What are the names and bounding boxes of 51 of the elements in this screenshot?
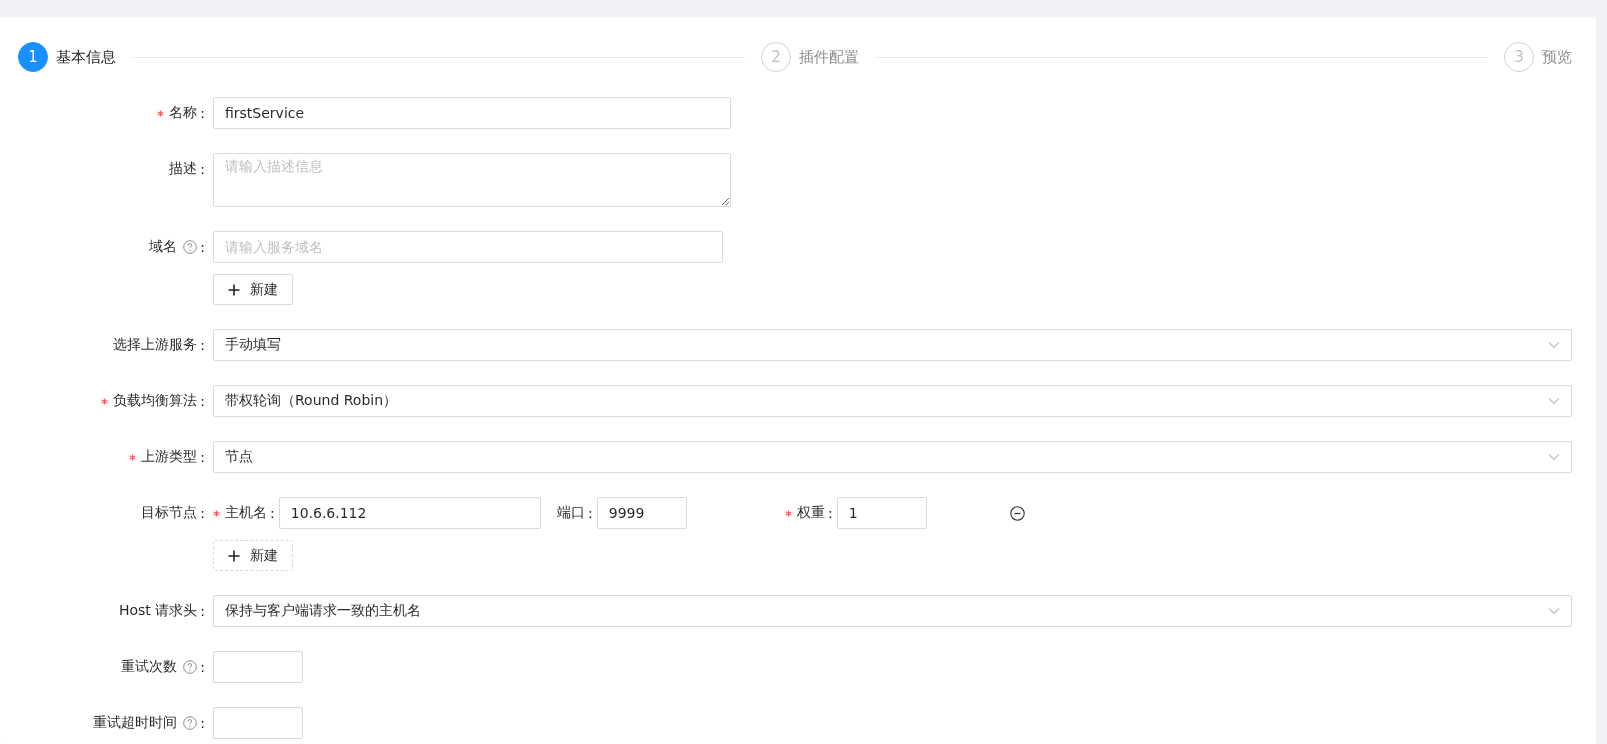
field-label: 负载均衡算法: [113, 392, 198, 410]
add-button[interactable]: 新建: [213, 274, 293, 305]
label-colon: :: [200, 603, 205, 619]
chevron-down-icon: [1548, 607, 1560, 615]
label-colon: :: [200, 161, 205, 177]
text-input[interactable]: 10.6.6.112: [278, 497, 541, 529]
add-button[interactable]: 新建: [213, 540, 293, 571]
field-label: 权重: [797, 504, 825, 522]
label-colon: :: [200, 715, 205, 731]
label-colon: :: [200, 105, 205, 121]
chevron-down-icon: [1548, 341, 1560, 349]
chevron-down-icon: [1548, 453, 1560, 461]
text-input[interactable]: 请输入服务域名: [213, 231, 723, 263]
field-label: 名称: [169, 104, 198, 122]
chevron-down-icon: [1548, 397, 1560, 405]
step-title[interactable]: 基本信息: [56, 47, 116, 67]
label-colon: :: [270, 505, 275, 521]
text-input[interactable]: [213, 707, 303, 739]
select-field[interactable]: 节点: [213, 441, 1572, 473]
field-label: 选择上游服务: [113, 336, 198, 354]
label-colon: :: [200, 337, 205, 353]
text-input[interactable]: 1: [836, 497, 927, 529]
text-input[interactable]: 9999: [596, 497, 687, 529]
label-colon: :: [200, 239, 205, 255]
plus-icon: [228, 549, 240, 562]
textarea-field[interactable]: 请输入描述信息: [213, 153, 731, 207]
field-label: 目标节点: [141, 504, 198, 522]
label-colon: :: [200, 449, 205, 465]
select-field[interactable]: 手动填写: [213, 329, 1572, 361]
field-label: 重试超时时间: [93, 714, 178, 732]
field-label: 重试次数: [121, 658, 178, 676]
field-label: Host 请求头: [118, 602, 198, 620]
field-label: 上游类型: [141, 448, 198, 466]
step-title[interactable]: 插件配置: [799, 47, 859, 67]
label-colon: :: [200, 393, 205, 409]
label-colon: :: [588, 505, 593, 521]
field-label: 主机名: [225, 504, 267, 522]
text-input[interactable]: [213, 651, 303, 683]
label-colon: :: [828, 505, 833, 521]
field-label: 域名: [149, 238, 178, 256]
text-input[interactable]: firstService: [213, 97, 731, 129]
step-title[interactable]: 预览: [1542, 47, 1572, 67]
step-number: 1: [18, 42, 48, 72]
label-colon: :: [200, 659, 205, 675]
label-colon: :: [200, 505, 205, 521]
field-label: 端口: [557, 504, 585, 522]
select-field[interactable]: 保持与客户端请求一致的主机名: [213, 595, 1572, 627]
remove-icon[interactable]: [1010, 505, 1025, 521]
plus-icon: [228, 283, 240, 296]
field-label: 描述: [169, 160, 198, 178]
select-field[interactable]: 带权轮询（Round Robin）: [213, 385, 1572, 417]
